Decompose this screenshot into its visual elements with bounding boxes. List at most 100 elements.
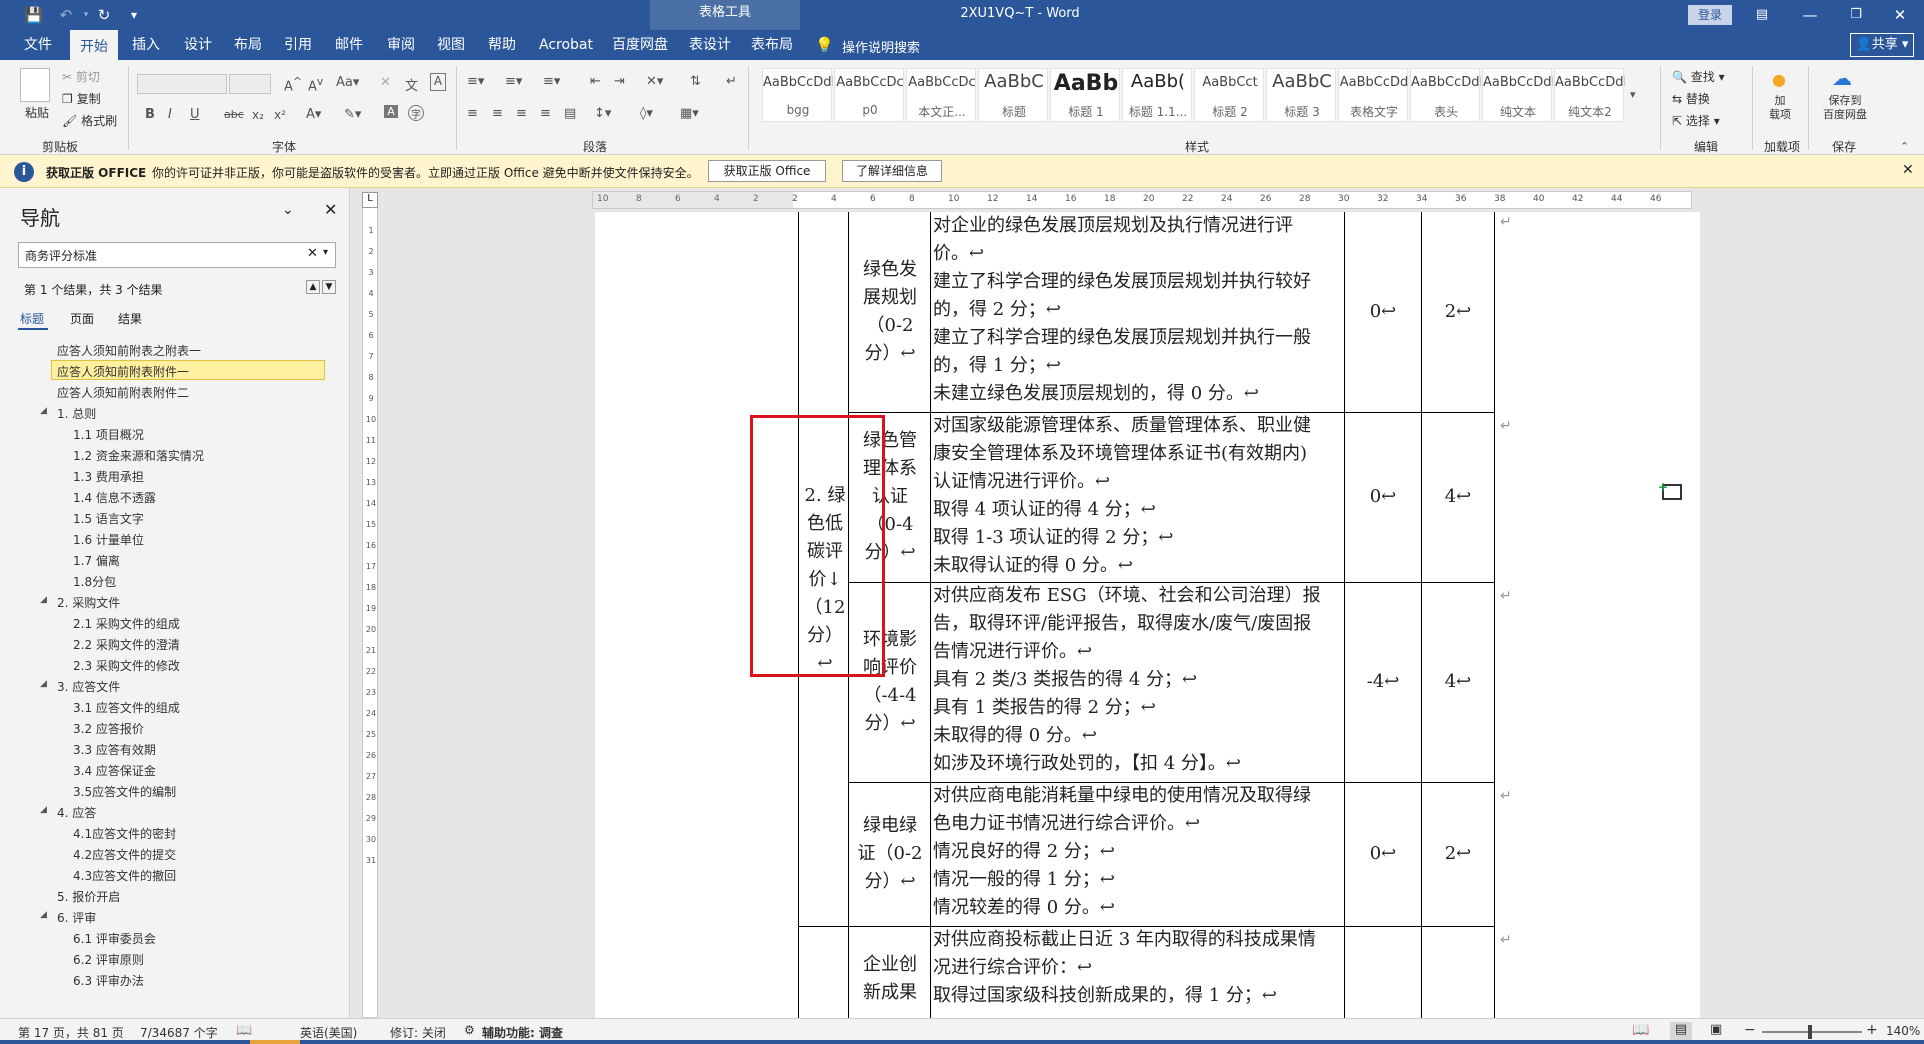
italic-button[interactable]: I [168,107,172,122]
paste-button[interactable]: 粘贴 [20,104,54,121]
style-item[interactable]: AaBbCcDc p0 [834,68,904,122]
nav-search-input[interactable]: 商务评分标准 [25,247,97,264]
proofing-icon[interactable]: 📖 [236,1023,252,1038]
format-painter-button[interactable]: 🖌 格式刷 [62,112,117,129]
numbering-icon[interactable]: ≡▾ [505,74,522,89]
nav-heading-item[interactable]: 4.1应答文件的密封 [73,825,176,842]
web-layout-icon[interactable]: ▣ [1710,1022,1722,1037]
text-effects-icon[interactable]: A▾ [306,107,321,122]
subscript-button[interactable]: x₂ [252,108,264,122]
shading-icon[interactable]: ◊▾ [640,106,653,121]
style-item[interactable]: AaBbCcDdI 表头 [1410,68,1481,122]
style-item[interactable]: AaBbCcDdI bgg [762,68,833,122]
nav-heading-item[interactable]: 1.8分包 [73,573,116,590]
change-case-icon[interactable]: Aa▾ [336,75,359,90]
get-genuine-button[interactable]: 获取正版 Office [708,160,826,182]
tell-me-search[interactable]: 操作说明搜索 [842,37,920,56]
expand-arrow-icon[interactable]: ◢ [40,679,47,689]
nav-heading-item[interactable]: 4.2应答文件的提交 [73,846,176,863]
nav-heading-item[interactable]: 2.3 采购文件的修改 [73,657,180,674]
nav-heading-item[interactable]: 3.3 应答有效期 [73,741,156,758]
char-shading-icon[interactable]: A [384,105,398,118]
clear-format-icon[interactable]: ✕ [380,75,391,90]
tab-12[interactable]: 表设计 [687,30,733,60]
char-border-icon[interactable]: A [430,73,446,91]
style-item[interactable]: AaBbCcDdI 纯文本 [1482,68,1553,122]
sort-icon[interactable]: ⇅ [690,74,701,89]
description-cell[interactable]: 对供应商发布 ESG（环境、社会和公司治理）报 告，取得环评/能评报告，取得废水/… [933,582,1343,778]
tab-0[interactable]: 文件 [22,30,54,60]
nav-heading-item[interactable]: 3.4 应答保证金 [73,762,156,779]
borders-icon[interactable]: ▦▾ [680,106,699,121]
nav-heading-item[interactable]: 6.2 评审原则 [73,951,144,968]
nav-heading-item[interactable]: 3.1 应答文件的组成 [73,699,180,716]
nav-heading-item[interactable]: 3. 应答文件 [57,678,120,695]
style-item[interactable]: AaBbC 标题 3 [1266,68,1336,122]
undo-icon[interactable]: ↶ [56,5,76,25]
expand-arrow-icon[interactable]: ◢ [40,595,47,605]
find-button[interactable]: 🔍 查找 ▾ [1672,68,1725,85]
phonetic-icon[interactable]: 文 [405,75,418,94]
nav-heading-item[interactable]: 1.2 资金来源和落实情况 [73,447,204,464]
zoom-slider-thumb[interactable] [1808,1025,1812,1039]
search-dropdown-icon[interactable]: ▾ [323,247,328,258]
tab-selector-icon[interactable]: L [362,192,378,208]
tab-5[interactable]: 引用 [282,30,314,60]
min-score-cell[interactable]: 0↩ [1345,298,1421,326]
learn-more-button[interactable]: 了解详细信息 [842,160,942,182]
expand-arrow-icon[interactable]: ◢ [40,910,47,920]
print-layout-icon[interactable]: ▤ [1670,1022,1692,1040]
close-message-icon[interactable]: ✕ [1902,162,1914,178]
page-count[interactable]: 第 17 页，共 81 页 [18,1024,124,1041]
line-spacing-icon[interactable]: ↕▾ [594,106,611,121]
replace-button[interactable]: ⇆ 替换 [1672,90,1710,107]
paste-icon[interactable] [20,68,50,102]
minimize-icon[interactable]: — [1800,5,1820,25]
nav-heading-item[interactable]: 6. 评审 [57,909,96,926]
addins-button[interactable]: 加 载项 [1764,94,1796,122]
align-center-icon[interactable]: ≡ [492,106,503,121]
zoom-out-icon[interactable]: − [1744,1022,1756,1038]
baidu-cloud-icon[interactable]: ☁ [1832,66,1852,90]
nav-heading-item[interactable]: 1.7 偏离 [73,552,120,569]
description-cell[interactable]: 对企业的绿色发展顶层规划及执行情况进行评 价。↩ 建立了科学合理的绿色发展顶层规划并… [933,212,1343,408]
styles-more-icon[interactable]: ▾ [1630,88,1636,101]
zoom-slider[interactable] [1762,1031,1862,1033]
style-item[interactable]: AaBb 标题 1 [1050,68,1120,122]
nav-close-icon[interactable]: ✕ [324,200,337,219]
nav-heading-item[interactable]: 3.2 应答报价 [73,720,144,737]
tab-8[interactable]: 视图 [435,30,467,60]
close-icon[interactable]: ✕ [1890,5,1910,25]
align-left-icon[interactable]: ≡ [467,106,478,121]
strikethrough-button[interactable]: abc [224,108,244,121]
font-size-combo[interactable] [229,74,271,94]
item-cell[interactable]: 绿色发 展规划 （0-2 分）↩ [851,256,929,368]
nav-heading-item[interactable]: 2.2 采购文件的澄清 [73,636,180,653]
nav-heading-item[interactable]: 1.4 信息不透露 [73,489,156,506]
style-item[interactable]: AaBb(标题 1.1... [1122,68,1192,122]
restore-icon[interactable]: ❐ [1846,5,1866,25]
max-score-cell[interactable]: 2↩ [1422,840,1494,868]
tab-11[interactable]: 百度网盘 [610,30,670,60]
decrease-indent-icon[interactable]: ⇤ [590,74,601,89]
nav-heading-item[interactable]: 6.3 评审办法 [73,972,144,989]
item-cell[interactable]: 绿电绿 证（0-2 分）↩ [851,812,929,896]
copy-button[interactable]: ❐ 复制 [62,90,101,107]
nav-tab-headings[interactable]: 标题 [20,310,44,327]
chinese-layout-icon[interactable]: ✕▾ [646,74,663,89]
font-name-combo[interactable] [137,74,227,94]
ribbon-display-icon[interactable]: ▤ [1752,5,1772,25]
distributed-icon[interactable]: ▤ [564,106,576,121]
save-to-baidu-button[interactable]: 保存到 百度网盘 [1812,94,1878,122]
save-icon[interactable]: 💾 [24,5,44,25]
expand-arrow-icon[interactable]: ◢ [40,805,47,815]
customize-qat-icon[interactable]: ▾ [124,5,144,25]
style-item[interactable]: AaBbCcDc 本文正... [906,68,976,122]
description-cell[interactable]: 对供应商电能消耗量中绿电的使用情况及取得绿 色电力证书情况进行综合评价。↩ 情况良好… [933,782,1343,922]
style-item[interactable]: AaBbCct 标题 2 [1194,68,1264,122]
nav-heading-item[interactable]: 1.5 语言文字 [73,510,144,527]
bold-button[interactable]: B [145,107,155,122]
max-score-cell[interactable]: 2↩ [1422,298,1494,326]
min-score-cell[interactable]: 0↩ [1345,840,1421,868]
undo-dropdown-icon[interactable]: ▾ [76,5,96,25]
